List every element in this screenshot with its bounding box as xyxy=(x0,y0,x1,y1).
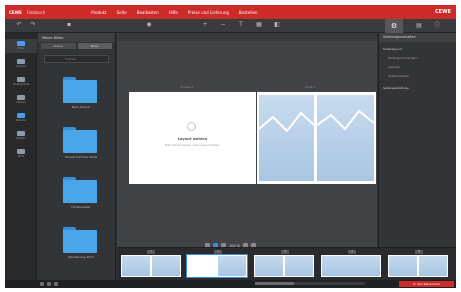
prop-item[interactable]: Hintergrund ändern xyxy=(379,54,456,63)
background-icon[interactable]: ◧ xyxy=(273,21,281,29)
status-bar: In den Warenkorb xyxy=(5,280,456,288)
page-thumbnail-selected[interactable] xyxy=(186,254,248,278)
app-window: CEWE Fotobuch Produkt Seite Bearbeiten H… xyxy=(5,5,456,288)
remove-page-icon[interactable]: − xyxy=(219,21,227,29)
page-thumbnail[interactable] xyxy=(321,255,381,277)
page-thumbnail[interactable] xyxy=(388,255,448,277)
mask-icon xyxy=(17,131,25,136)
menu-item-bestellen[interactable]: Bestellen xyxy=(239,10,258,15)
frame-icon xyxy=(17,113,25,118)
redo-icon[interactable]: ↷ xyxy=(29,21,37,29)
progress-fill xyxy=(255,282,294,285)
folder-label: Mein Ordner xyxy=(71,105,91,109)
menu-item-produkt[interactable]: Produkt xyxy=(91,10,106,15)
add-page-icon[interactable]: + xyxy=(201,21,209,29)
page-number: 1 xyxy=(147,250,155,254)
properties-title: Seiteneigenschaften xyxy=(379,33,456,42)
folder-icon[interactable] xyxy=(63,177,97,203)
folder-label: Familienfeier xyxy=(71,205,91,209)
add-to-cart-button[interactable]: In den Warenkorb xyxy=(399,281,454,287)
save-icon[interactable]: ▪ xyxy=(65,21,73,29)
text-icon xyxy=(17,149,25,154)
clipart-icon xyxy=(17,95,25,100)
background-icon xyxy=(17,77,25,82)
menu-item-bearbeiten[interactable]: Bearbeiten xyxy=(137,10,159,15)
rail-item-backgrounds[interactable]: Hintergründe xyxy=(5,75,37,89)
rail-item-cliparts[interactable]: Cliparts xyxy=(5,93,37,107)
folder-icon[interactable] xyxy=(63,77,97,103)
tab-images[interactable]: Bilder xyxy=(77,43,112,49)
folder-icon[interactable] xyxy=(63,127,97,153)
title-bar: CEWE Fotobuch Produkt Seite Bearbeiten H… xyxy=(5,5,456,19)
left-page[interactable]: Layout wählen Bild hierher ziehen oder L… xyxy=(129,92,256,184)
preview-icon[interactable]: ◉ xyxy=(145,21,153,29)
app-name: Fotobuch xyxy=(26,9,46,15)
tab-folders[interactable]: Ordner xyxy=(41,43,76,49)
folder-icon[interactable] xyxy=(63,227,97,253)
page-number: 2 xyxy=(214,250,222,254)
settings-button[interactable]: ⚙ xyxy=(385,19,403,33)
properties-panel: Seiteneigenschaften Seitenlayout Hinterg… xyxy=(378,33,456,280)
status-icons xyxy=(40,282,58,286)
editor-canvas: Einband Seite 1 Layout wählen Bild hierh… xyxy=(117,33,380,280)
folder-label: Wanderung 2017 xyxy=(68,255,94,259)
page-thumbnail[interactable] xyxy=(254,255,314,277)
print-icon[interactable] xyxy=(47,282,51,286)
share-icon[interactable] xyxy=(54,282,58,286)
prop-item[interactable]: Layouts xyxy=(379,63,456,72)
help-icon[interactable] xyxy=(40,282,44,286)
gear-icon: ⚙ xyxy=(390,22,398,30)
photos-icon xyxy=(17,41,25,46)
page-filmstrip: 1 2 3 4 5 xyxy=(117,247,456,280)
menu-item-seite[interactable]: Seite xyxy=(117,10,127,15)
rail-item-texts[interactable]: Texte xyxy=(5,147,37,161)
library-title: Meine Bilder xyxy=(38,33,115,42)
rail-item-fotos[interactable]: Fotos xyxy=(5,39,37,53)
library-tabs: Ordner Bilder xyxy=(38,42,115,50)
page-number: 4 xyxy=(348,250,356,254)
progress-bar xyxy=(255,282,365,285)
undo-icon[interactable]: ↶ xyxy=(15,21,23,29)
canvas-header xyxy=(117,33,377,41)
rail-item-frames[interactable]: Rahmen xyxy=(5,111,37,125)
page-thumbnail[interactable] xyxy=(121,255,181,277)
main-menu: Produkt Seite Bearbeiten Hilfe Preise un… xyxy=(91,10,267,15)
rail-item-layouts[interactable]: Layouts xyxy=(5,57,37,71)
empty-page-title: Layout wählen xyxy=(177,137,208,141)
library-panel: Meine Bilder Ordner Bilder Suchen Mein O… xyxy=(38,33,116,280)
rail-item-masks[interactable]: Masken xyxy=(5,129,37,143)
logo: CEWE xyxy=(9,9,22,15)
folder-label: Urlaub Sommer 2016 xyxy=(64,155,98,159)
info-icon[interactable]: ⓘ xyxy=(433,22,441,30)
layouts-icon xyxy=(17,59,25,64)
left-rail: Fotos Layouts Hintergründe Cliparts Rahm… xyxy=(5,33,37,280)
prop-section[interactable]: Seitenlayout xyxy=(379,45,456,54)
page-number: 5 xyxy=(415,250,423,254)
brand-logo-right: CEWE xyxy=(434,9,451,15)
right-page[interactable] xyxy=(257,92,376,184)
empty-page-hint: Bild hierher ziehen oder Layout wählen xyxy=(165,143,220,147)
cover-label: Einband xyxy=(181,85,194,89)
prop-section[interactable]: Seitengestaltung xyxy=(379,84,456,93)
placeholder-icon xyxy=(187,122,196,131)
prop-item[interactable]: Seitenrahmen xyxy=(379,72,456,81)
page-label: Seite 1 xyxy=(305,85,316,89)
photo-placeholder[interactable] xyxy=(259,95,314,181)
layout-icon[interactable]: ▦ xyxy=(255,21,263,29)
search-input[interactable]: Suchen xyxy=(44,55,109,63)
menu-item-preise[interactable]: Preise und Lieferung xyxy=(188,10,229,15)
brand: CEWE Fotobuch xyxy=(9,10,45,15)
text-icon[interactable]: T xyxy=(237,21,245,29)
grid-icon[interactable]: ▤ xyxy=(415,22,423,30)
photo-placeholder[interactable] xyxy=(317,95,374,181)
page-number: 3 xyxy=(281,250,289,254)
menu-item-hilfe[interactable]: Hilfe xyxy=(169,10,178,15)
